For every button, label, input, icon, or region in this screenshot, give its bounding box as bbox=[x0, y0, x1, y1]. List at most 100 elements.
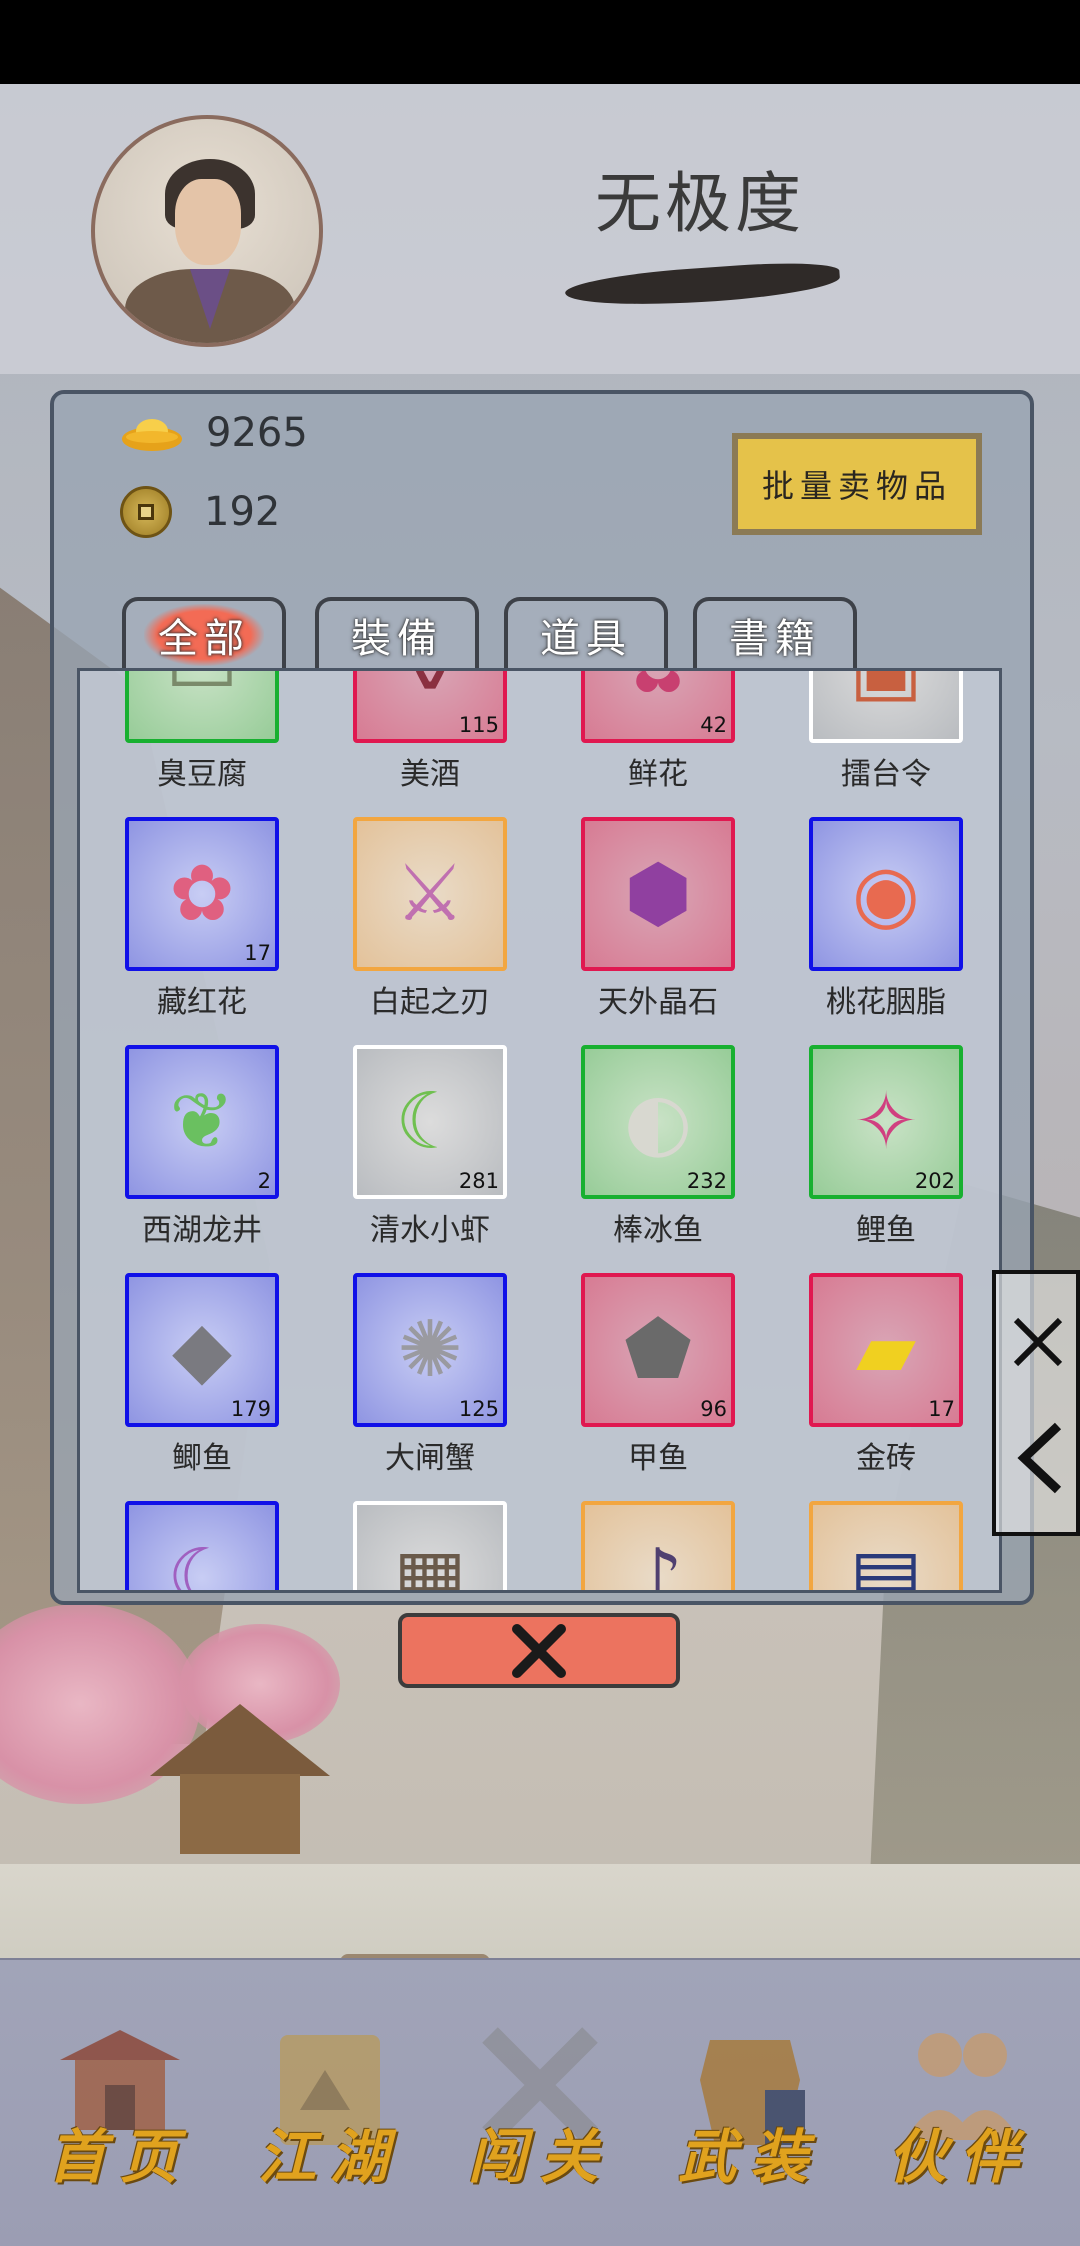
close-icon[interactable] bbox=[1010, 1314, 1066, 1370]
item-slot[interactable]: ▦ bbox=[353, 1501, 507, 1593]
item-slot[interactable]: ⚱115 bbox=[353, 671, 507, 743]
close-button[interactable] bbox=[398, 1613, 680, 1688]
item-name: 鲫鱼 bbox=[172, 1441, 232, 1476]
nav-label: 武装 bbox=[677, 2123, 822, 2191]
inventory-item[interactable]: ▦ bbox=[308, 1501, 536, 1593]
inventory-item[interactable]: ▭ 臭豆腐 bbox=[80, 671, 308, 817]
coin-amount: 192 bbox=[204, 489, 281, 535]
tab-label: 道具 bbox=[540, 616, 632, 662]
item-name: 白起之刃 bbox=[370, 985, 490, 1020]
item-name: 鲤鱼 bbox=[856, 1213, 916, 1248]
inventory-item[interactable]: ✺ 125 大闸蟹 bbox=[308, 1273, 536, 1501]
item-slot[interactable]: ▰ 17 bbox=[809, 1273, 963, 1427]
gold-ingot-counter: 9265 bbox=[120, 410, 308, 456]
tab-label: 全部 bbox=[144, 604, 264, 666]
item-slot[interactable]: ◉ bbox=[809, 817, 963, 971]
item-quantity: 42 bbox=[700, 713, 727, 737]
player-avatar[interactable] bbox=[91, 115, 323, 347]
inventory-item[interactable]: ✧ 202 鲤鱼 bbox=[764, 1045, 992, 1273]
item-quantity: 125 bbox=[458, 1397, 499, 1421]
hut bbox=[150, 1704, 330, 1854]
item-slot[interactable]: ▤ bbox=[809, 1501, 963, 1593]
blade-icon: ⚔ bbox=[395, 849, 465, 939]
item-slot[interactable]: ♪ bbox=[581, 1501, 735, 1593]
nav-label: 江湖 bbox=[257, 2123, 402, 2191]
item-slot[interactable]: ⬢ bbox=[581, 817, 735, 971]
chevron-left-icon[interactable] bbox=[1014, 1422, 1066, 1494]
inventory-item[interactable]: ▤ bbox=[764, 1501, 992, 1593]
item-name: 西湖龙井 bbox=[142, 1213, 262, 1248]
nav-challenge[interactable]: 闯关 bbox=[455, 2010, 625, 2200]
tofu-icon: ▭ bbox=[129, 671, 275, 739]
inventory-item[interactable]: ▣ 擂台令 bbox=[764, 671, 992, 817]
item-name: 鲜花 bbox=[628, 757, 688, 792]
item-slot[interactable]: ⬟ 96 bbox=[581, 1273, 735, 1427]
item-quantity: 2 bbox=[257, 1169, 271, 1193]
item-slot[interactable]: ▣ bbox=[809, 671, 963, 743]
item-name: 甲鱼 bbox=[628, 1441, 688, 1476]
tab-label: 裝備 bbox=[351, 616, 443, 662]
status-bar bbox=[0, 0, 1080, 84]
bulk-sell-button[interactable]: 批量卖物品 bbox=[732, 433, 982, 535]
inventory-item[interactable]: ✿42 鲜花 bbox=[536, 671, 764, 817]
item-name: 大闸蟹 bbox=[385, 1441, 475, 1476]
crystal-icon: ⬢ bbox=[623, 849, 693, 939]
item-slot[interactable]: ⚔ bbox=[353, 817, 507, 971]
item-slot[interactable]: ◆ 179 bbox=[125, 1273, 279, 1427]
coin-icon bbox=[120, 486, 172, 538]
nav-jianghu[interactable]: 江湖 bbox=[245, 2010, 415, 2200]
erhu-icon: ♪ bbox=[633, 1533, 683, 1593]
item-name: 藏红花 bbox=[157, 985, 247, 1020]
item-slot[interactable]: ✿42 bbox=[581, 671, 735, 743]
item-slot[interactable]: ✺ 125 bbox=[353, 1273, 507, 1427]
item-name: 金砖 bbox=[856, 1441, 916, 1476]
token-icon: ▣ bbox=[813, 671, 959, 739]
item-quantity: 232 bbox=[686, 1169, 727, 1193]
nav-label: 伙伴 bbox=[887, 2123, 1032, 2191]
tab-equipment[interactable]: 裝備 bbox=[315, 597, 479, 669]
inventory-item[interactable]: ❦ 2 西湖龙井 bbox=[80, 1045, 308, 1273]
inventory-item[interactable]: ◐ 232 棒冰鱼 bbox=[536, 1045, 764, 1273]
tab-books[interactable]: 書籍 bbox=[693, 597, 857, 669]
item-slot[interactable]: ☾ bbox=[125, 1501, 279, 1593]
nav-home[interactable]: 首页 bbox=[35, 2010, 205, 2200]
inventory-item[interactable]: ♪ bbox=[536, 1501, 764, 1593]
inventory-item[interactable]: ⚱115 美酒 bbox=[308, 671, 536, 817]
coin-counter: 192 bbox=[120, 486, 280, 538]
item-name: 桃花胭脂 bbox=[826, 985, 946, 1020]
tab-all[interactable]: 全部 bbox=[122, 597, 286, 669]
player-name: 无极度 bbox=[595, 165, 805, 242]
side-drawer bbox=[992, 1270, 1080, 1536]
close-icon bbox=[512, 1623, 566, 1678]
inventory-item[interactable]: ◆ 179 鲫鱼 bbox=[80, 1273, 308, 1501]
item-quantity: 17 bbox=[244, 941, 271, 965]
inventory-item[interactable]: ◉ 桃花胭脂 bbox=[764, 817, 992, 1045]
item-quantity: 17 bbox=[928, 1397, 955, 1421]
tea-icon: ❦ bbox=[169, 1077, 235, 1167]
book-icon: ▤ bbox=[849, 1533, 923, 1593]
nav-companions[interactable]: 伙伴 bbox=[875, 2010, 1045, 2200]
inventory-item[interactable]: ⚔ 白起之刃 bbox=[308, 817, 536, 1045]
inventory-item[interactable]: ⬟ 96 甲鱼 bbox=[536, 1273, 764, 1501]
item-slot[interactable]: ◐ 232 bbox=[581, 1045, 735, 1199]
inventory-item[interactable]: ☾ bbox=[80, 1501, 308, 1593]
item-slot[interactable]: ✿ 17 bbox=[125, 817, 279, 971]
rouge-icon: ◉ bbox=[851, 849, 921, 939]
item-slot[interactable]: ▭ bbox=[125, 671, 279, 743]
item-name: 臭豆腐 bbox=[157, 757, 247, 792]
item-slot[interactable]: ✧ 202 bbox=[809, 1045, 963, 1199]
nav-armament[interactable]: 武装 bbox=[665, 2010, 835, 2200]
inventory-item[interactable]: ✿ 17 藏红花 bbox=[80, 817, 308, 1045]
box-icon: ▦ bbox=[393, 1533, 467, 1593]
inventory-item[interactable]: ▰ 17 金砖 bbox=[764, 1273, 992, 1501]
item-name: 清水小虾 bbox=[370, 1213, 490, 1248]
inventory-item[interactable]: ⬢ 天外晶石 bbox=[536, 817, 764, 1045]
item-slot[interactable]: ☾ 281 bbox=[353, 1045, 507, 1199]
moon-icon: ☾ bbox=[167, 1533, 237, 1593]
item-name: 天外晶石 bbox=[598, 985, 718, 1020]
inventory-grid: ▭ 臭豆腐 ⚱115 美酒 ✿42 鲜花 ▣ 擂台令 ✿17 藏红花 ⚔ 白起之刃 ⬢ 天外晶石 ◉ 桃花胭脂… bbox=[77, 668, 1002, 1593]
tab-items[interactable]: 道具 bbox=[504, 597, 668, 669]
item-slot[interactable]: ❦ 2 bbox=[125, 1045, 279, 1199]
nav-label: 闯关 bbox=[467, 2123, 612, 2191]
inventory-item[interactable]: ☾ 281 清水小虾 bbox=[308, 1045, 536, 1273]
